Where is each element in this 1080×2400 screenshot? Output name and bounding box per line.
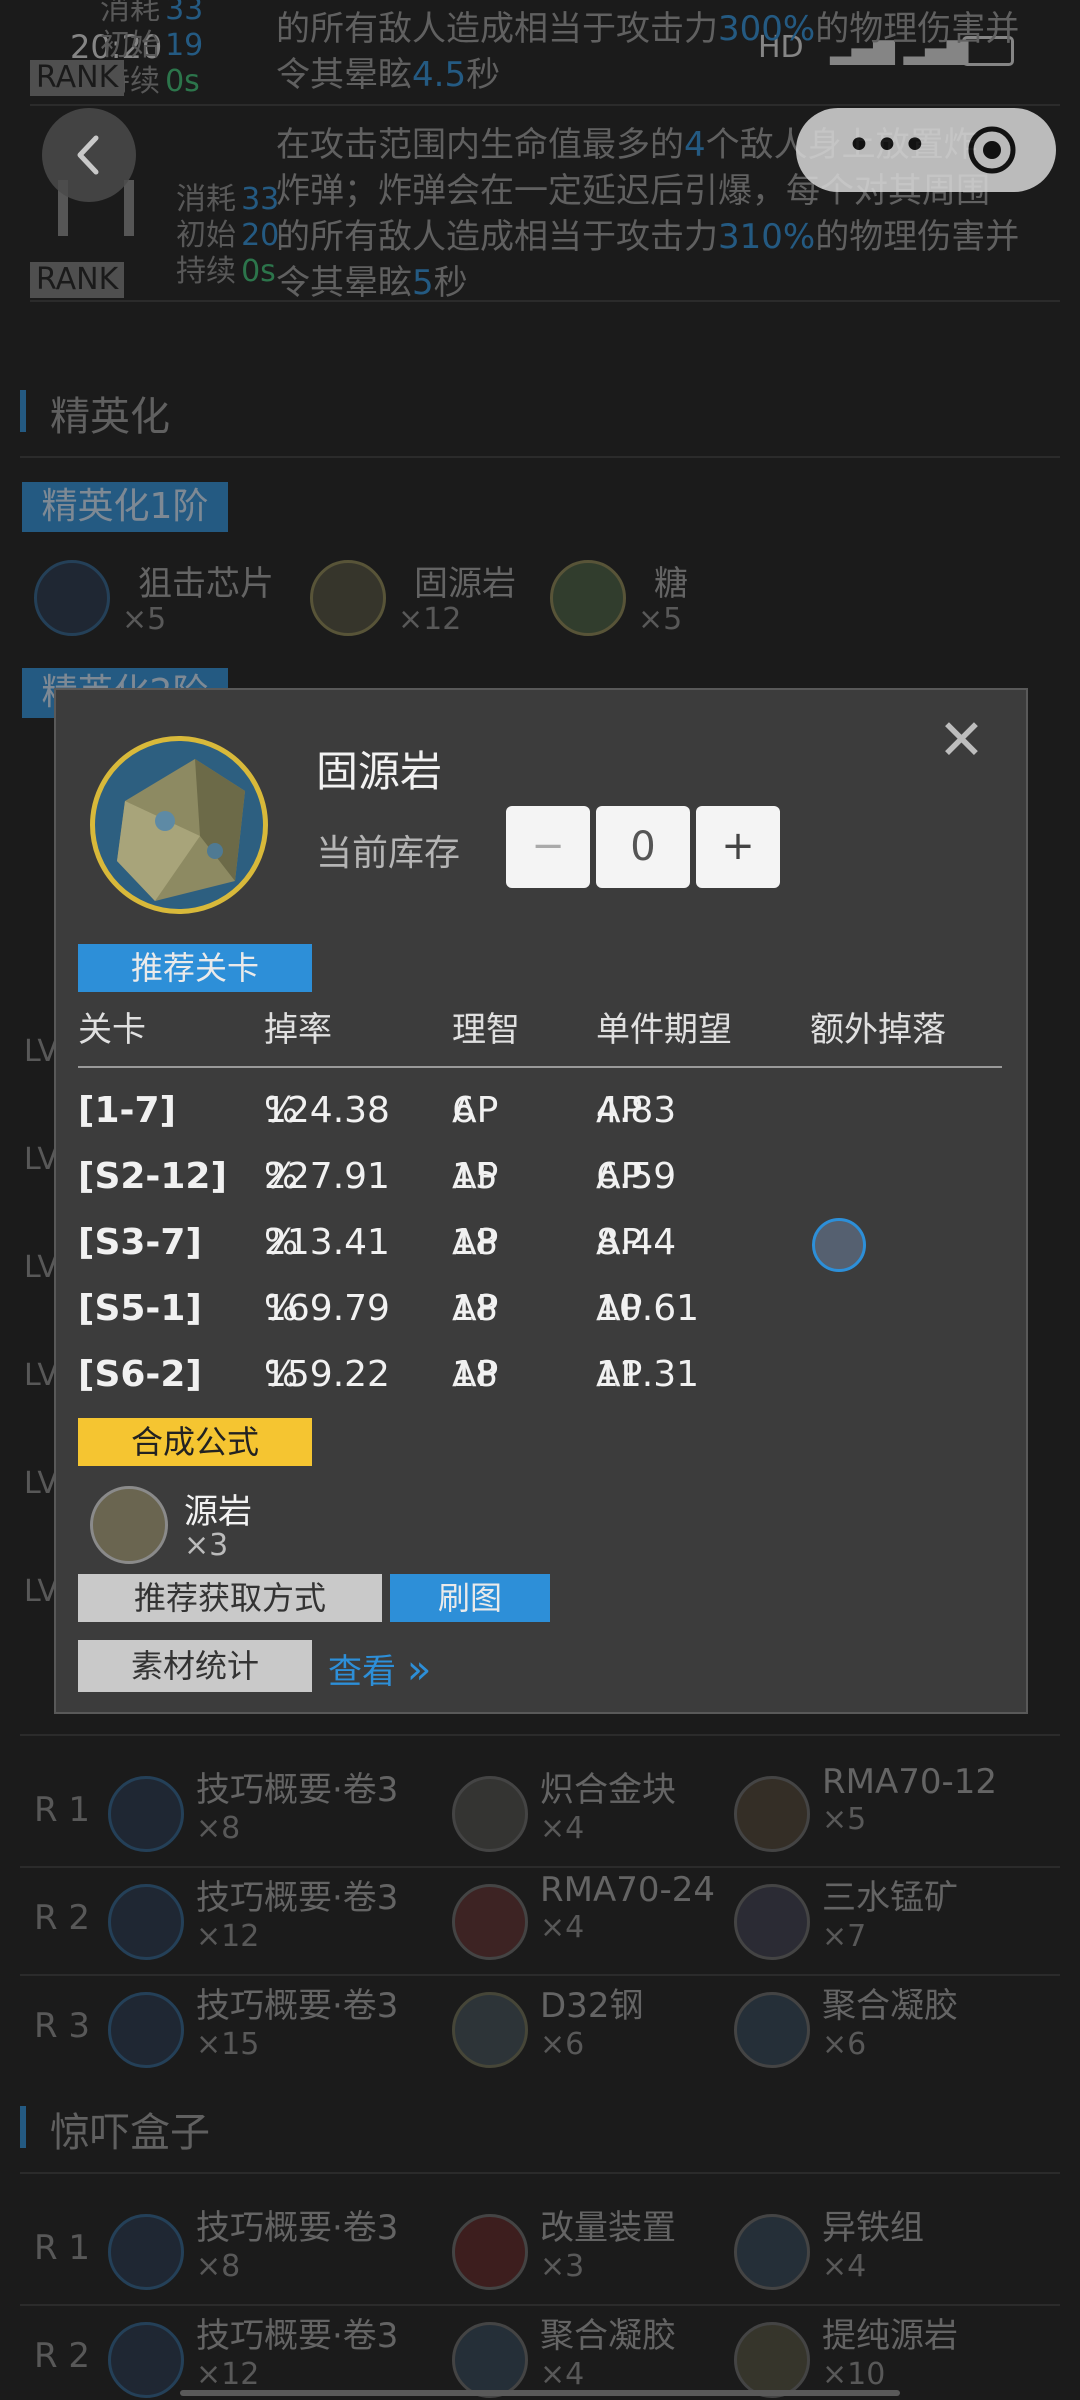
polymer-gel-icon (452, 2322, 528, 2398)
elite-tier1-tag: 精英化1阶 (22, 482, 228, 532)
skill-mat-row: R 3 技巧概要·卷3 ×15 D32钢 ×6 聚合凝胶 ×6 (0, 1978, 1080, 2078)
lv-label: LV (24, 1466, 58, 1501)
skill-summary-icon (108, 1884, 184, 1960)
rank-tag-2: RANK (30, 262, 125, 298)
section-bar (20, 390, 26, 432)
material-stats-button[interactable]: 素材统计 (78, 1640, 312, 1692)
orirock-cube-icon (734, 2322, 810, 2398)
lv-label: LV (24, 1142, 58, 1177)
item-detail-modal: 固源岩 当前库存 − 0 + ✕ 推荐关卡 关卡 掉率 理智 单件期望 额外掉落… (54, 688, 1028, 1714)
drop-table-header: 关卡 掉率 理智 单件期望 额外掉落 (78, 1010, 946, 1050)
skill-summary-icon (108, 1776, 184, 1852)
recommend-stage-tag: 推荐关卡 (78, 944, 312, 992)
orirock-item-icon (90, 736, 268, 914)
device-icon (452, 2214, 528, 2290)
section-title-elite: 精英化 (50, 394, 170, 440)
skill-mat-row: R 1 技巧概要·卷3 ×8 炽合金块 ×4 RMA70-12 ×5 (0, 1762, 1080, 1862)
more-icon[interactable]: ••• (846, 120, 930, 171)
table-row[interactable]: [S5-1] 169.79% 18 AP 10.61 AP (56, 1282, 1026, 1342)
farm-button[interactable]: 刷图 (390, 1574, 550, 1622)
item-title: 固源岩 (316, 747, 443, 796)
alloy-block-icon (452, 1776, 528, 1852)
section-divider (20, 1734, 1060, 1736)
table-divider (78, 1066, 1002, 1068)
skill-desc-1: 的所有敌人造成相当于攻击力300%的物理伤害并 令其晕眩4.5秒 (276, 9, 1020, 95)
sugar-icon (550, 560, 626, 636)
section-bar (20, 2106, 26, 2148)
orirock-icon (310, 560, 386, 636)
table-row[interactable]: [S3-7] 213.41% 18 AP 8.44 AP (56, 1216, 1026, 1276)
sniper-chip-icon (34, 560, 110, 636)
skill-summary-icon (108, 1992, 184, 2068)
view-link[interactable]: 查看 » (328, 1644, 431, 1693)
extra-drop-icon (812, 1218, 866, 1272)
lv-label: LV (24, 1250, 58, 1285)
box-mat-row: R 1 技巧概要·卷3 ×8 改量装置 ×3 异铁组 ×4 (0, 2200, 1080, 2300)
rank-tag-1: RANK (30, 60, 125, 96)
skill-stats-2: 消耗 33 初始 20 持续 0s (176, 182, 280, 289)
skill-summary-icon (108, 2214, 184, 2290)
stock-label: 当前库存 (316, 833, 461, 874)
capsule-menu: ••• (796, 108, 1056, 192)
home-indicator (180, 2390, 900, 2396)
double-chevron-right-icon: » (406, 1647, 432, 1693)
section-title-box: 惊吓盒子 (50, 2110, 210, 2156)
polymer-gel-icon (734, 1992, 810, 2068)
table-row[interactable]: [1-7] 124.38% 6 AP 4.83 AP (56, 1084, 1026, 1144)
back-button[interactable] (42, 108, 136, 202)
skill-divider-2 (30, 300, 1060, 302)
lv-label: LV (24, 1574, 58, 1609)
skill-mat-row: R 2 技巧概要·卷3 ×12 RMA70-24 ×4 三水锰矿 ×7 (0, 1870, 1080, 1970)
orirock-source-icon (90, 1486, 168, 1564)
stock-quantity-field[interactable]: 0 (596, 806, 690, 888)
box-mat-row: R 2 技巧概要·卷3 ×12 聚合凝胶 ×4 提纯源岩 ×10 (0, 2308, 1080, 2400)
rma-icon (734, 1776, 810, 1852)
formula-ingredient[interactable]: 源岩 ×3 (86, 1482, 326, 1566)
section-divider (20, 456, 1060, 458)
lv-label: LV (24, 1358, 58, 1393)
stock-increment-button[interactable]: + (696, 806, 780, 888)
manganese-icon (734, 1884, 810, 1960)
oriron-cluster-icon (734, 2214, 810, 2290)
recommend-acquire-button[interactable]: 推荐获取方式 (78, 1574, 382, 1622)
table-row[interactable]: [S6-2] 159.22% 18 AP 11.31 AP (56, 1348, 1026, 1408)
formula-tag: 合成公式 (78, 1418, 312, 1466)
skill-summary-icon (108, 2322, 184, 2398)
d32-steel-icon (452, 1992, 528, 2068)
lv-label: LV (24, 1034, 58, 1069)
stock-decrement-button[interactable]: − (506, 806, 590, 888)
close-icon[interactable]: ✕ (938, 708, 985, 773)
table-row[interactable]: [S2-12] 227.91% 15 AP 6.59 AP (56, 1150, 1026, 1210)
close-miniapp-icon[interactable] (966, 124, 1018, 176)
rma-star-icon (452, 1884, 528, 1960)
skill-divider-1 (30, 104, 1060, 106)
chevron-left-icon (77, 135, 99, 175)
